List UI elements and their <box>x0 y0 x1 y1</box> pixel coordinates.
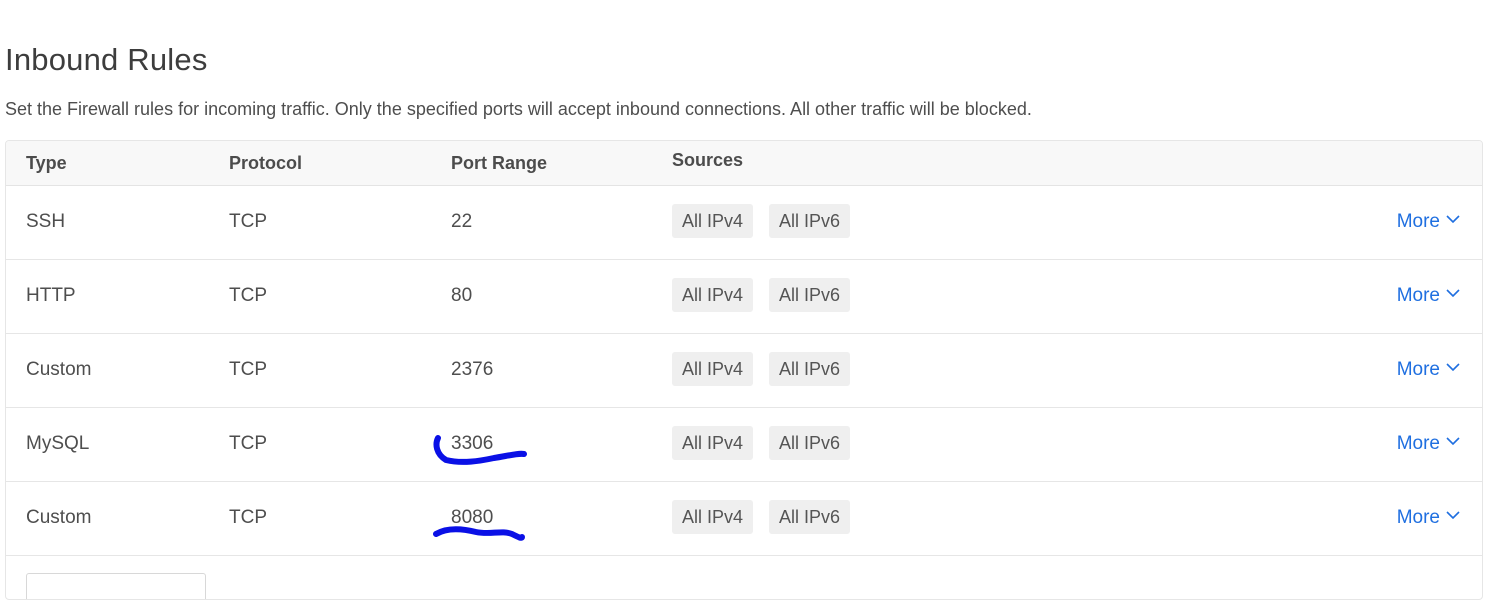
rule-port: 22 <box>451 211 473 232</box>
table-row: Custom TCP 8080 All IPv4 All IPv6 More <box>6 481 1482 556</box>
source-chip: All IPv4 <box>672 278 754 312</box>
rule-type: Custom <box>26 507 92 528</box>
chevron-down-icon <box>1446 511 1460 520</box>
more-button[interactable]: More <box>1397 285 1460 307</box>
new-rule-button[interactable] <box>26 573 206 599</box>
page-description: Set the Firewall rules for incoming traf… <box>5 99 1032 119</box>
source-chip: All IPv4 <box>672 204 754 238</box>
more-label: More <box>1396 211 1440 232</box>
rule-port: 80 <box>451 285 473 306</box>
rule-port: 2376 <box>451 359 494 380</box>
rule-port: 3306 <box>451 433 494 454</box>
table-row: MySQL TCP 3306 All IPv4 All IPv6 More <box>6 407 1482 482</box>
source-chip: All IPv6 <box>769 278 851 312</box>
source-chip: All IPv6 <box>769 204 851 238</box>
more-label: More <box>1396 433 1440 454</box>
source-chip: All IPv4 <box>672 426 754 460</box>
rule-protocol: TCP <box>229 507 267 528</box>
rule-type: HTTP <box>26 285 76 306</box>
header-protocol: Protocol <box>229 153 303 173</box>
rule-protocol: TCP <box>229 359 267 380</box>
header-port-range: Port Range <box>451 153 548 173</box>
more-button[interactable]: More <box>1397 433 1460 455</box>
rule-protocol: TCP <box>229 211 267 232</box>
chevron-down-icon <box>1446 215 1460 224</box>
rule-type: SSH <box>26 211 66 232</box>
rule-type: MySQL <box>26 433 90 454</box>
more-button[interactable]: More <box>1397 359 1460 381</box>
table-row: HTTP TCP 80 All IPv4 All IPv6 More <box>6 259 1482 334</box>
table-header: Type Protocol Port Range Sources <box>6 141 1482 186</box>
table-row: SSH TCP 22 All IPv4 All IPv6 More <box>6 185 1482 260</box>
chevron-down-icon <box>1446 289 1460 298</box>
header-type: Type <box>26 153 67 173</box>
source-chip: All IPv6 <box>769 500 851 534</box>
header-sources: Sources <box>672 150 744 170</box>
more-label: More <box>1396 359 1440 380</box>
inbound-rules-table: Type Protocol Port Range Sources SSH TCP… <box>5 140 1483 600</box>
more-label: More <box>1396 507 1440 528</box>
chevron-down-icon <box>1446 437 1460 446</box>
more-label: More <box>1396 285 1440 306</box>
source-chip: All IPv6 <box>769 352 851 386</box>
chevron-down-icon <box>1446 363 1460 372</box>
rule-protocol: TCP <box>229 433 267 454</box>
source-chip: All IPv6 <box>769 426 851 460</box>
table-row: Custom TCP 2376 All IPv4 All IPv6 More <box>6 333 1482 408</box>
page-title: Inbound Rules <box>5 42 208 77</box>
more-button[interactable]: More <box>1397 507 1460 529</box>
rule-protocol: TCP <box>229 285 267 306</box>
source-chip: All IPv4 <box>672 352 754 386</box>
source-chip: All IPv4 <box>672 500 754 534</box>
more-button[interactable]: More <box>1397 211 1460 233</box>
rule-type: Custom <box>26 359 92 380</box>
rule-port: 8080 <box>451 507 494 528</box>
